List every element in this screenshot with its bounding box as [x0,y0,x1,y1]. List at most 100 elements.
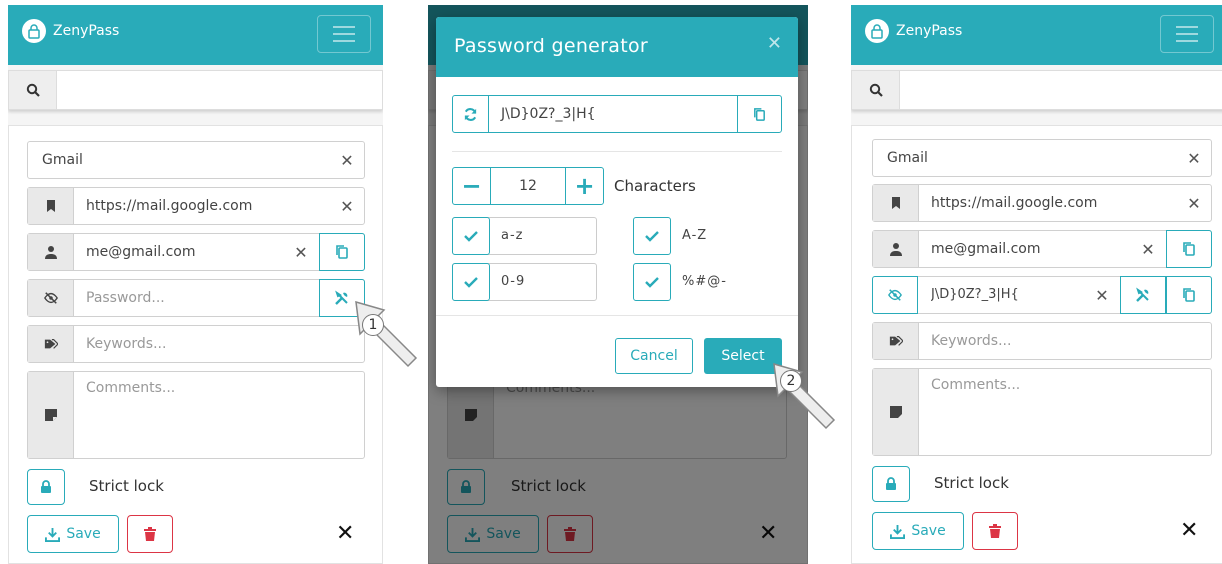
save-label: Save [911,523,946,539]
password-generator-modal: Password generator ✕ J\D}0Z?_3|H{ − 12 +… [436,17,798,387]
check-icon[interactable] [452,217,490,255]
step-badge-2: 2 [780,370,802,392]
clear-url-icon[interactable]: ✕ [1183,185,1205,221]
wrench-icon [335,290,348,305]
clear-title-icon[interactable]: ✕ [1183,140,1205,176]
length-value[interactable]: 12 [491,168,565,204]
note-icon [28,372,74,458]
search-icon [852,71,900,109]
trash-icon [144,527,156,541]
option-label: %#@- [682,274,727,289]
close-icon[interactable]: ✕ [767,33,782,54]
password-value: J\D}0Z?_3|H{ [931,287,1019,302]
clear-login-icon[interactable]: ✕ [1137,231,1159,267]
generated-password-value[interactable]: J\D}0Z?_3|H{ [501,96,596,132]
logo-icon [865,19,889,43]
copy-login-button[interactable] [1166,230,1212,268]
url-value: https://mail.google.com [931,195,1098,211]
url-value: https://mail.google.com [86,198,253,214]
screen-3: ZenyPass Gmail ✕ https://mail.google.com… [851,5,1222,564]
option-label: 0-9 [501,274,526,289]
brand[interactable]: ZenyPass [22,19,119,43]
screen-1: ZenyPass Gmail ✕ https://mail.google.com… [8,5,383,564]
keywords-placeholder: Keywords... [86,336,167,352]
increase-length-button[interactable]: + [565,168,603,204]
keywords-field[interactable]: Keywords... [872,322,1212,360]
entry-card: Gmail ✕ https://mail.google.com ✕ me@gma… [851,125,1222,564]
cancel-button[interactable]: Cancel [615,338,693,374]
option-symbols[interactable]: %#@- [633,263,778,301]
characters-label: Characters [614,177,696,195]
keywords-placeholder: Keywords... [931,333,1012,349]
tags-icon [28,326,74,362]
comments-field[interactable]: Comments... [27,371,365,459]
delete-button[interactable] [972,512,1018,550]
copy-login-button[interactable] [319,233,365,271]
wrench-icon [1136,287,1149,302]
copy-icon [1183,242,1195,256]
divider [452,151,782,152]
check-icon[interactable] [452,263,490,301]
close-entry-icon[interactable]: ✕ [1180,518,1198,543]
strict-lock-toggle[interactable] [27,469,65,505]
modal-footer: Cancel Select [436,315,798,387]
hamburger-icon[interactable] [1160,15,1214,53]
option-label: a-z [501,228,524,243]
title-value: Gmail [887,150,928,166]
close-entry-icon[interactable]: ✕ [336,521,354,546]
decrease-length-button[interactable]: − [453,168,491,204]
user-icon [28,234,74,270]
login-value: me@gmail.com [86,244,196,260]
screen-2: Comments... Strict lock Save ✕ Password … [428,5,808,564]
clear-url-icon[interactable]: ✕ [336,188,358,224]
tags-icon [873,323,919,359]
select-button[interactable]: Select [704,338,782,374]
lock-icon [41,480,51,493]
login-field[interactable]: me@gmail.com ✕ [872,230,1212,268]
logo-icon [22,19,46,43]
keywords-field[interactable]: Keywords... [27,325,365,363]
password-field[interactable]: Password... [27,279,365,317]
url-field[interactable]: https://mail.google.com ✕ [872,184,1212,222]
option-digits[interactable]: 0-9 [452,263,597,301]
password-generator-button[interactable] [1120,276,1166,314]
entry-card: Gmail ✕ https://mail.google.com ✕ me@gma… [8,125,383,564]
check-icon[interactable] [633,217,671,255]
hamburger-icon[interactable] [317,15,371,53]
modal-title: Password generator [454,35,649,57]
generated-password-row: J\D}0Z?_3|H{ [452,95,782,133]
option-lowercase[interactable]: a-z [452,217,597,255]
eye-slash-icon[interactable] [872,276,918,314]
search-input[interactable] [57,71,382,109]
title-field[interactable]: Gmail ✕ [872,139,1212,177]
search-icon [9,71,57,109]
login-field[interactable]: me@gmail.com ✕ [27,233,365,271]
copy-password-button[interactable] [1166,276,1212,314]
comments-field[interactable]: Comments... [872,368,1212,456]
password-placeholder: Password... [86,290,165,306]
bookmark-icon [28,188,74,224]
brand[interactable]: ZenyPass [865,19,962,43]
comments-placeholder: Comments... [931,377,1021,393]
bookmark-icon [873,185,919,221]
clear-title-icon[interactable]: ✕ [336,142,358,178]
search-input[interactable] [900,71,1222,109]
delete-button[interactable] [127,515,173,553]
save-button[interactable]: Save [27,515,119,553]
refresh-icon[interactable] [453,96,489,132]
copy-icon[interactable] [737,96,781,132]
option-uppercase[interactable]: A-Z [633,217,778,255]
url-field[interactable]: https://mail.google.com ✕ [27,187,365,225]
title-field[interactable]: Gmail ✕ [27,141,365,179]
eye-slash-icon[interactable] [28,280,74,316]
user-icon [873,231,919,267]
strict-lock-label: Strict lock [89,477,164,495]
pointer-arrow-icon [355,300,418,368]
clear-password-icon[interactable]: ✕ [1091,277,1113,313]
clear-login-icon[interactable]: ✕ [290,234,312,270]
password-field[interactable]: J\D}0Z?_3|H{ ✕ [872,276,1212,314]
check-icon[interactable] [633,263,671,301]
comments-placeholder: Comments... [86,380,176,396]
strict-lock-toggle[interactable] [872,466,910,502]
save-button[interactable]: Save [872,512,964,550]
